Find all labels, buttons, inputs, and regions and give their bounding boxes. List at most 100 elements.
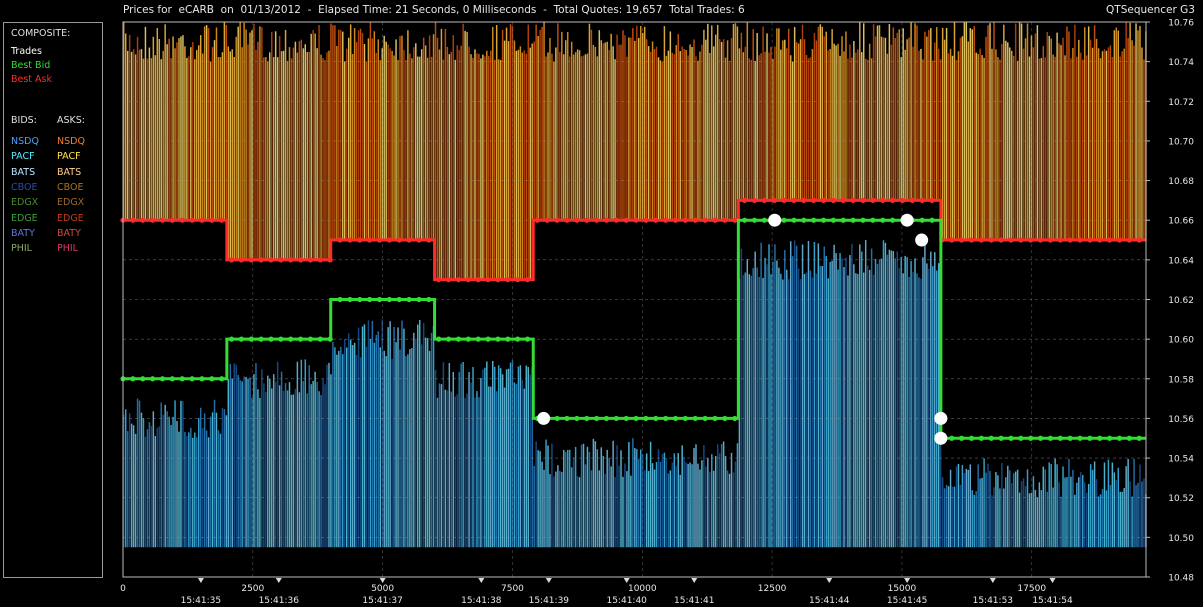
y-tick-label: 10.52 xyxy=(1168,494,1194,504)
ask-quote-column xyxy=(825,31,827,201)
ask-quote-column xyxy=(718,39,721,221)
ask-quote-column xyxy=(807,58,810,201)
bid-quote-column xyxy=(308,365,310,548)
bid-quote-column xyxy=(484,367,486,548)
ask-quote-column xyxy=(270,31,273,260)
best-bid-point xyxy=(140,376,146,382)
ask-quote-column xyxy=(436,37,439,280)
ask-quote-column xyxy=(263,57,265,260)
bid-quote-column xyxy=(975,491,977,548)
bid-quote-column xyxy=(673,453,676,548)
ask-quote-column xyxy=(626,56,628,221)
best-bid-point xyxy=(860,217,866,223)
bid-quote-column xyxy=(446,390,449,548)
best-ask-point xyxy=(771,197,777,203)
ask-quote-column xyxy=(184,46,186,221)
ask-quote-column xyxy=(801,24,804,201)
best-bid-point xyxy=(406,296,412,303)
ask-quote-column xyxy=(1091,47,1094,241)
ask-quote-column xyxy=(389,48,391,241)
ask-quote-column xyxy=(551,53,553,221)
bid-quote-column xyxy=(422,323,425,548)
ask-quote-column xyxy=(413,47,415,241)
bid-quote-column xyxy=(580,444,583,548)
best-ask-point xyxy=(761,197,767,203)
ask-quote-column xyxy=(197,45,200,221)
best-bid-point xyxy=(722,415,728,422)
bid-quote-column xyxy=(276,361,279,548)
ask-quote-column xyxy=(515,50,518,280)
bid-quote-column xyxy=(387,327,389,548)
ask-quote-column xyxy=(523,50,526,280)
ask-quote-column xyxy=(1105,50,1108,241)
best-ask-point xyxy=(672,217,679,223)
ask-quote-column xyxy=(1054,56,1056,241)
ask-quote-column xyxy=(452,35,455,280)
ask-quote-column xyxy=(1016,60,1019,241)
ask-quote-column xyxy=(665,55,668,221)
bid-quote-column xyxy=(638,459,640,548)
bid-quote-column xyxy=(476,391,478,548)
bid-quote-column xyxy=(866,265,869,548)
bid-quote-column xyxy=(549,474,551,548)
ask-quote-column xyxy=(697,60,699,221)
ask-quote-column xyxy=(164,24,166,221)
ask-quote-column xyxy=(612,46,614,221)
bid-quote-column xyxy=(985,472,987,548)
ask-quote-column xyxy=(1099,58,1102,241)
ask-quote-column xyxy=(851,57,853,201)
ask-quote-column xyxy=(993,22,995,241)
bid-quote-column xyxy=(967,469,970,548)
bid-quote-column xyxy=(420,344,423,548)
bid-quote-column xyxy=(720,443,723,548)
best-ask-point xyxy=(1028,237,1034,243)
ask-quote-column xyxy=(353,28,356,241)
x-tick-label: 0 xyxy=(120,584,126,594)
best-ask-point xyxy=(791,197,797,203)
bid-quote-column xyxy=(624,463,626,548)
ask-quote-column xyxy=(188,56,190,221)
best-ask-point xyxy=(1037,237,1044,243)
bid-quote-column xyxy=(1107,459,1110,548)
ask-quote-column xyxy=(935,27,938,201)
best-bid-point xyxy=(179,376,185,382)
bid-quote-column xyxy=(987,463,989,548)
ask-quote-column xyxy=(458,49,460,280)
ask-quote-column xyxy=(565,40,567,221)
ask-quote-column xyxy=(397,59,399,241)
ask-quote-column xyxy=(649,51,652,221)
ask-quote-column xyxy=(855,52,857,201)
bid-quote-column xyxy=(555,471,557,548)
ask-quote-column xyxy=(1040,58,1043,241)
bid-quote-column xyxy=(851,243,853,548)
ask-quote-column xyxy=(999,59,1001,241)
best-bid-point xyxy=(465,336,471,342)
ask-quote-column xyxy=(782,40,784,201)
bid-quote-column xyxy=(375,334,378,548)
ask-quote-column xyxy=(525,53,528,280)
bid-quote-column xyxy=(730,452,733,548)
ask-quote-column xyxy=(158,38,160,221)
bid-quote-column xyxy=(1012,473,1015,548)
ask-quote-column xyxy=(592,44,595,221)
best-ask-point xyxy=(899,197,906,203)
bid-quote-column xyxy=(1040,490,1043,548)
bid-quote-column xyxy=(355,355,358,548)
bid-quote-column xyxy=(691,464,693,548)
ask-quote-column xyxy=(742,52,745,201)
bid-quote-column xyxy=(977,464,979,548)
ask-quote-column xyxy=(269,52,271,260)
time-tick-label: 15:41:38 xyxy=(461,596,502,606)
bid-quote-column xyxy=(207,437,210,548)
bid-quote-column xyxy=(584,464,587,548)
ask-quote-column xyxy=(568,56,571,221)
ask-quote-column xyxy=(211,47,214,221)
ask-quote-column xyxy=(683,49,685,221)
bid-quote-column xyxy=(136,398,139,548)
time-tick-marker xyxy=(275,578,282,583)
bid-quote-column xyxy=(671,462,674,548)
y-tick-label: 10.68 xyxy=(1168,177,1194,187)
bid-quote-column xyxy=(128,413,131,548)
bid-quote-column xyxy=(604,473,606,548)
y-tick-label: 10.58 xyxy=(1168,375,1194,385)
